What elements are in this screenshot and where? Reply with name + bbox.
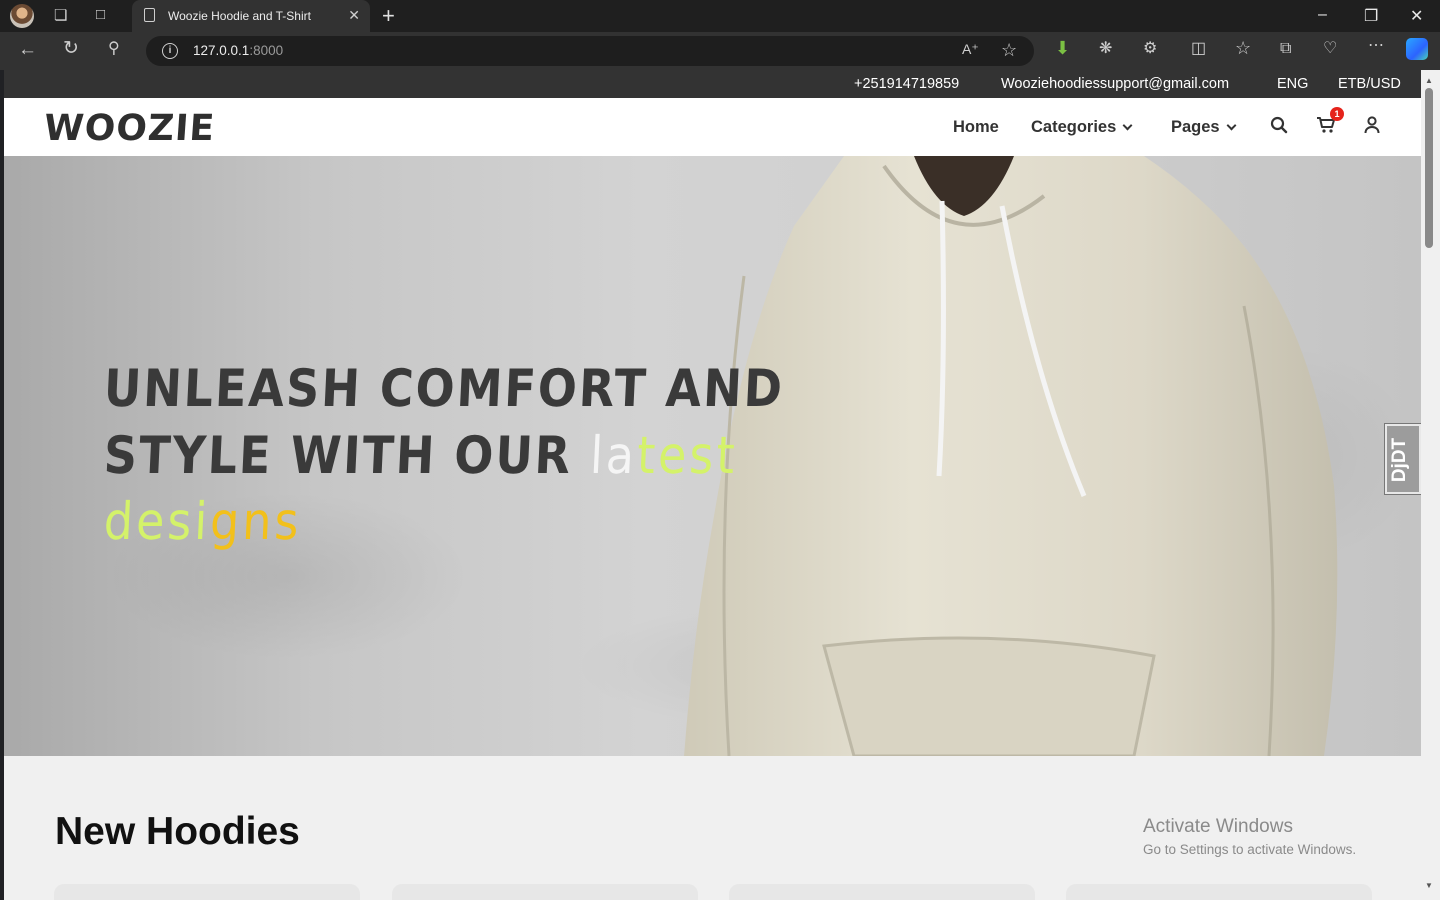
hero-accent-designs: designs <box>102 490 303 552</box>
hero-headline-line3: designs <box>103 491 303 551</box>
page-icon <box>144 8 155 22</box>
support-email[interactable]: Wooziehoodiessupport@gmail.com <box>1001 76 1229 92</box>
product-card[interactable] <box>54 884 360 900</box>
phone-number[interactable]: +251914719859 <box>854 76 959 92</box>
download-extension-icon[interactable]: ⬇ <box>1055 39 1070 57</box>
watermark-subtitle: Go to Settings to activate Windows. <box>1143 842 1357 857</box>
scroll-down-icon[interactable]: ▼ <box>1425 881 1433 890</box>
window-close-icon[interactable]: ✕ <box>1410 6 1423 26</box>
active-tab[interactable]: Woozie Hoodie and T-Shirt ✕ <box>132 0 370 32</box>
hero-headline-line2: STYLE WITH OUR latest <box>102 424 739 486</box>
nav-pages[interactable]: Pages <box>1171 118 1237 137</box>
watermark-title: Activate Windows <box>1143 816 1293 837</box>
chevron-down-icon <box>1122 120 1133 131</box>
hero-accent-latest: latest <box>588 424 739 486</box>
language-selector[interactable]: ENG <box>1277 76 1308 92</box>
cart-count-badge: 1 <box>1330 107 1344 121</box>
tab-title: Woozie Hoodie and T-Shirt <box>168 9 311 23</box>
favorites-icon[interactable]: ☆ <box>1235 39 1251 57</box>
refresh-icon[interactable]: ↻ <box>63 39 79 58</box>
favorite-star-icon[interactable]: ☆ <box>1001 41 1017 59</box>
collections-icon[interactable]: ⧉ <box>1280 41 1291 57</box>
windows-activation-watermark: Activate Windows Go to Settings to activ… <box>1143 816 1356 857</box>
profile-avatar[interactable] <box>10 4 34 28</box>
product-card[interactable] <box>1066 884 1372 900</box>
hoodie-model-image <box>684 156 1338 756</box>
product-card[interactable] <box>392 884 698 900</box>
copilot-icon[interactable] <box>1406 38 1428 60</box>
django-debug-toolbar-handle[interactable]: DjDT <box>1384 423 1421 495</box>
section-title: New Hoodies <box>55 810 300 853</box>
address-bar[interactable]: i 127.0.0.1:8000 A⁺ ☆ <box>146 36 1034 66</box>
browser-toolbar: ← ↻ ⚲ i 127.0.0.1:8000 A⁺ ☆ ⬇ ❋ ⚙ ◫ ☆ ⧉ … <box>0 32 1440 70</box>
extension-gear-icon[interactable]: ❋ <box>1099 41 1112 57</box>
search-icon[interactable] <box>1270 116 1288 134</box>
hero-banner: UNLEASH COMFORT AND STYLE WITH OUR lates… <box>4 156 1421 756</box>
split-screen-icon[interactable]: ◫ <box>1191 41 1206 57</box>
user-icon[interactable] <box>1364 116 1380 134</box>
product-card[interactable] <box>729 884 1035 900</box>
more-menu-icon[interactable]: ⋯ <box>1368 38 1384 54</box>
nav-home[interactable]: Home <box>953 118 999 137</box>
read-aloud-icon[interactable]: A⁺ <box>962 42 979 56</box>
back-icon[interactable]: ← <box>18 40 37 59</box>
restore-icon[interactable]: ❐ <box>1364 6 1378 26</box>
site-info-icon[interactable]: i <box>162 43 178 59</box>
browser-essentials-icon[interactable]: ♡ <box>1323 41 1337 57</box>
page-scrollbar[interactable]: ▲ ▼ <box>1421 70 1440 900</box>
search-icon[interactable]: ⚲ <box>108 41 120 57</box>
page-viewport: +251914719859 Wooziehoodiessupport@gmail… <box>4 70 1421 900</box>
site-navbar: WOOZIE Home Categories Pages 1 <box>4 98 1421 156</box>
minimize-icon[interactable]: – <box>1318 6 1327 24</box>
scrollbar-thumb[interactable] <box>1425 88 1433 248</box>
tab-actions-icon[interactable]: □ <box>96 7 105 22</box>
browser-tab-strip: ❏ □ Woozie Hoodie and T-Shirt ✕ + – ❐ ✕ <box>0 0 1440 32</box>
hero-headline-line1: UNLEASH COMFORT AND <box>102 357 786 419</box>
contact-topbar: +251914719859 Wooziehoodiessupport@gmail… <box>4 70 1421 98</box>
chevron-down-icon <box>1226 120 1237 131</box>
site-logo[interactable]: WOOZIE <box>43 108 217 149</box>
nav-categories[interactable]: Categories <box>1031 118 1133 137</box>
extensions-icon[interactable]: ⚙ <box>1143 41 1157 57</box>
currency-selector[interactable]: ETB/USD <box>1338 76 1401 92</box>
workspaces-icon[interactable]: ❏ <box>54 8 67 23</box>
new-tab-button[interactable]: + <box>382 3 395 29</box>
scroll-up-icon[interactable]: ▲ <box>1425 76 1433 85</box>
close-tab-icon[interactable]: ✕ <box>348 7 360 24</box>
url-text[interactable]: 127.0.0.1:8000 <box>193 43 283 58</box>
